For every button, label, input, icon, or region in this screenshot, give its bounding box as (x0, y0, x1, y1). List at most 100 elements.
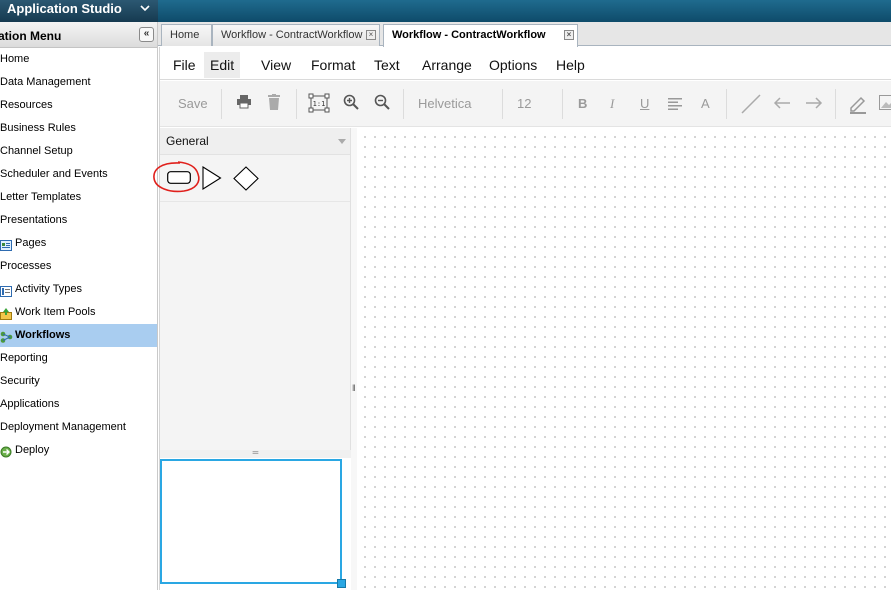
splitter-grip-icon: ‖ (352, 383, 356, 393)
navigation-menu-title: ation Menu (0, 29, 62, 43)
sidebar-item-label: Presentations (0, 214, 68, 226)
palette-section-general[interactable]: General (160, 128, 350, 155)
sidebar-item-work-item-pools[interactable]: Work Item Pools (0, 301, 157, 324)
close-tab-icon[interactable]: × (564, 30, 574, 40)
menu-help[interactable]: Help (550, 52, 591, 78)
actual-size-icon[interactable]: 1:1 (308, 93, 330, 113)
toolbar-separator (835, 89, 836, 119)
menu-options[interactable]: Options (483, 52, 543, 78)
outline-resize-handle[interactable] (337, 579, 346, 588)
tab-home[interactable]: Home (161, 24, 212, 46)
sidebar-item-label: Workflows (15, 329, 71, 341)
delete-icon[interactable] (267, 94, 281, 114)
tab-workflow-contractworkflow-1[interactable]: Workflow - ContractWorkflow × (212, 24, 380, 46)
sidebar-item-label: Processes (0, 260, 52, 272)
italic-button[interactable]: I (610, 94, 614, 114)
arrow-left-icon[interactable] (773, 96, 791, 116)
palette-shapes (153, 155, 350, 202)
tab-label: Workflow - ContractWorkflow (221, 29, 363, 41)
font-size-input[interactable]: 12 (517, 94, 531, 114)
collapse-sidebar-button[interactable]: « (139, 27, 154, 42)
app-header: Application Studio (0, 0, 158, 22)
bold-button[interactable]: B (578, 94, 587, 114)
triangle-shape[interactable] (202, 166, 222, 190)
sidebar-item-label: Business Rules (0, 122, 76, 134)
menu-text[interactable]: Text (368, 52, 406, 78)
sidebar-item-channel-setup[interactable]: Channel Setup (0, 140, 157, 163)
diagram-canvas[interactable] (357, 128, 891, 590)
sidebar-item-deployment-management[interactable]: Deployment Management (0, 416, 157, 439)
workflows-icon (0, 329, 13, 343)
toolbar-separator (296, 89, 297, 119)
zoom-out-icon[interactable] (374, 94, 390, 114)
sidebar-item-business-rules[interactable]: Business Rules (0, 117, 157, 140)
sidebar-item-label: Resources (0, 99, 53, 111)
sidebar-item-security[interactable]: Security (0, 370, 157, 393)
sidebar-item-deploy[interactable]: Deploy (0, 439, 157, 462)
menu-file[interactable]: File (167, 52, 202, 78)
menu-arrange[interactable]: Arrange (416, 52, 478, 78)
close-tab-icon[interactable]: × (366, 30, 376, 40)
sidebar-item-label: Channel Setup (0, 145, 73, 157)
sidebar-item-reporting[interactable]: Reporting (0, 347, 157, 370)
sidebar-item-label: Deploy (15, 444, 50, 456)
zoom-in-icon[interactable] (343, 94, 359, 114)
outline-splitter-handle[interactable]: ═ (160, 449, 351, 458)
sidebar-item-label: Reporting (0, 352, 48, 364)
align-icon[interactable] (668, 96, 682, 116)
font-color-button[interactable]: A (701, 94, 710, 114)
menu-view[interactable]: View (255, 52, 297, 78)
toolbar-separator (502, 89, 503, 119)
workflow-editor: File Edit View Format Text Arrange Optio… (153, 47, 891, 590)
navigation-list: Home Data Management Resources Business … (0, 48, 157, 462)
toolbar-separator (726, 89, 727, 119)
tab-label: Workflow - ContractWorkflow (392, 29, 546, 41)
sidebar-item-label: Applications (0, 398, 60, 410)
image-icon[interactable] (879, 95, 891, 115)
toolbar: Save 1:1 Helvetica 12 B I U A (160, 81, 891, 127)
sidebar-item-resources[interactable]: Resources (0, 94, 157, 117)
tab-label: Home (170, 29, 200, 41)
pencil-icon[interactable] (848, 94, 868, 114)
shape-palette: General (153, 128, 351, 450)
sidebar-item-label: Work Item Pools (15, 306, 96, 318)
sidebar-item-pages[interactable]: Pages (0, 232, 157, 255)
sidebar-item-label: Deployment Management (0, 421, 126, 433)
outline-overview-panel[interactable] (160, 459, 346, 588)
sidebar-item-applications[interactable]: Applications (0, 393, 157, 416)
rounded-rectangle-shape[interactable] (167, 171, 191, 184)
chevron-down-icon (338, 139, 346, 144)
tab-bar: Home Workflow - ContractWorkflow × Workf… (158, 22, 891, 47)
tab-workflow-contractworkflow-2[interactable]: Workflow - ContractWorkflow × (383, 24, 578, 47)
sidebar-item-home[interactable]: Home (0, 48, 157, 71)
sidebar-item-letter-templates[interactable]: Letter Templates (0, 186, 157, 209)
menu-edit[interactable]: Edit (204, 52, 241, 78)
deploy-icon (0, 444, 12, 458)
pages-icon (0, 237, 12, 251)
sidebar-item-processes[interactable]: Processes (0, 255, 157, 278)
header-strip (158, 0, 891, 22)
sidebar-item-label: Scheduler and Events (0, 168, 108, 180)
underline-button[interactable]: U (640, 94, 649, 114)
toolbar-separator (221, 89, 222, 119)
chevron-down-icon[interactable] (140, 1, 150, 19)
connector-line-icon[interactable] (740, 93, 762, 114)
activity-types-icon (0, 283, 12, 297)
print-icon[interactable] (236, 95, 252, 115)
sidebar-item-scheduler-and-events[interactable]: Scheduler and Events (0, 163, 157, 186)
sidebar-item-data-management[interactable]: Data Management (0, 71, 157, 94)
sidebar-item-presentations[interactable]: Presentations (0, 209, 157, 232)
font-family-select[interactable]: Helvetica (418, 94, 471, 114)
sidebar-item-label: Data Management (0, 76, 91, 88)
arrow-right-icon[interactable] (805, 96, 823, 116)
diamond-shape[interactable] (233, 166, 259, 191)
menu-format[interactable]: Format (305, 52, 361, 78)
sidebar-item-activity-types[interactable]: Activity Types (0, 278, 157, 301)
sidebar-item-label: Pages (15, 237, 47, 249)
actual-size-label: 1:1 (313, 100, 326, 108)
toolbar-separator (562, 89, 563, 119)
sidebar-item-label: Home (0, 53, 30, 65)
sidebar-item-workflows[interactable]: Workflows (0, 324, 157, 347)
save-button[interactable]: Save (178, 94, 208, 114)
menu-bar: File Edit View Format Text Arrange Optio… (160, 47, 891, 80)
